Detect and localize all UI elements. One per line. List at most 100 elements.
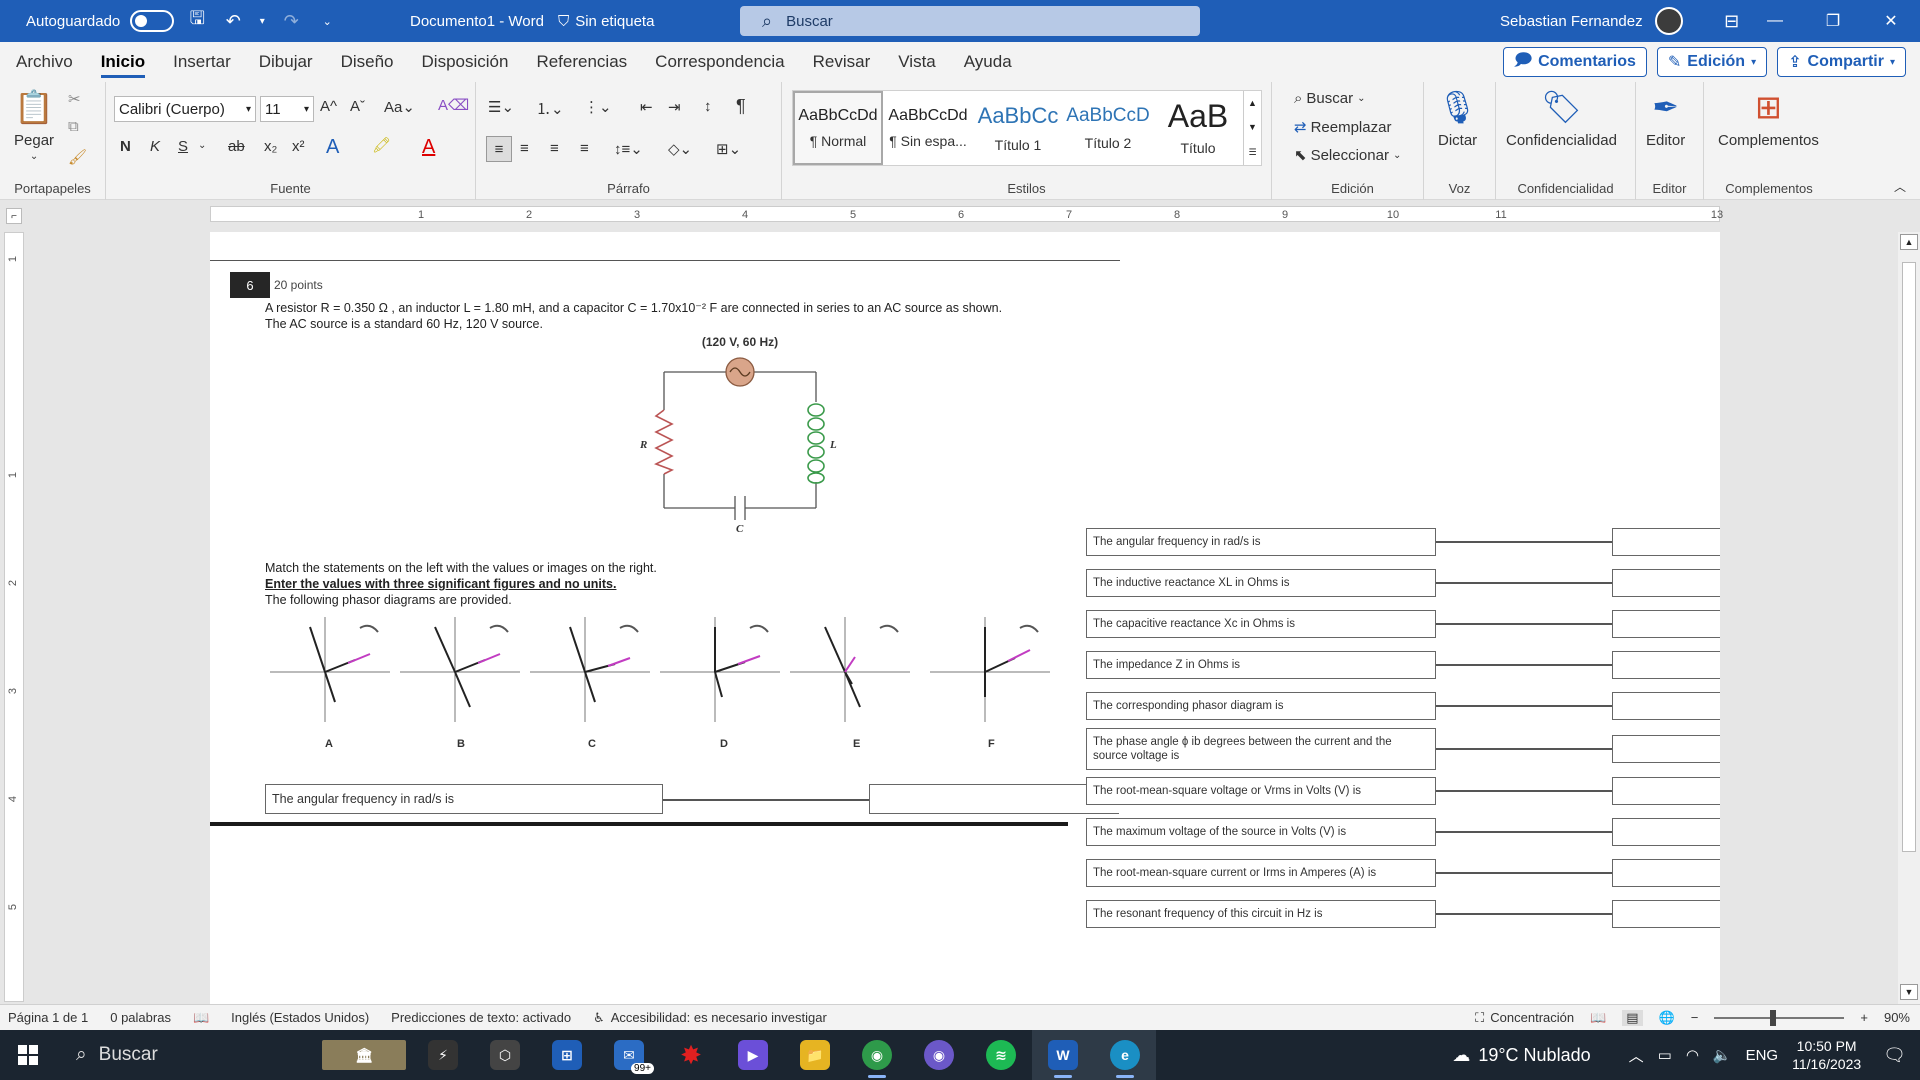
find-button[interactable]: ⌕ Buscar ⌄ bbox=[1294, 90, 1365, 107]
chevron-down-icon[interactable]: ▼ bbox=[1248, 122, 1257, 132]
select-button[interactable]: ⬉ Seleccionar ⌄ bbox=[1294, 146, 1401, 165]
comments-button[interactable]: 🗩 Comentarios bbox=[1503, 47, 1647, 77]
line-spacing-icon[interactable]: ↕≡⌄ bbox=[614, 140, 643, 158]
vertical-scrollbar[interactable]: ▲ ▼ bbox=[1898, 232, 1920, 1004]
font-color-icon[interactable]: A bbox=[422, 136, 435, 159]
taskbar-search-highlight[interactable]: 🏛 bbox=[316, 1030, 412, 1080]
tab-referencias[interactable]: Referencias bbox=[522, 42, 641, 82]
change-case-icon[interactable]: Aa⌄ bbox=[384, 98, 415, 116]
match-answer[interactable] bbox=[1612, 528, 1720, 556]
replace-button[interactable]: ⇄ Reemplazar bbox=[1294, 118, 1391, 137]
start-button[interactable] bbox=[0, 1030, 56, 1080]
style-heading-1[interactable]: AaBbCc Título 1 bbox=[973, 91, 1063, 165]
grow-font-icon[interactable]: A^ bbox=[320, 98, 337, 115]
clock[interactable]: 10:50 PM 11/16/2023 bbox=[1792, 1037, 1861, 1073]
italic-icon[interactable]: K bbox=[150, 138, 160, 155]
read-mode-icon[interactable]: 📖 bbox=[1590, 1010, 1606, 1026]
shrink-font-icon[interactable]: Aˇ bbox=[350, 98, 365, 115]
collapse-ribbon-icon[interactable]: ︿ bbox=[1894, 178, 1906, 195]
tab-disposicion[interactable]: Disposición bbox=[408, 42, 523, 82]
align-center-icon[interactable]: ≡ bbox=[520, 140, 529, 157]
taskbar-app-chrome[interactable]: ◉ bbox=[846, 1030, 908, 1080]
proofing-status[interactable]: 📖 bbox=[193, 1010, 209, 1026]
tab-vista[interactable]: Vista bbox=[884, 42, 950, 82]
text-effects-icon[interactable]: A bbox=[326, 136, 339, 159]
autosave-toggle[interactable] bbox=[130, 10, 175, 32]
multilevel-list-icon[interactable]: ⋮⌄ bbox=[584, 98, 612, 116]
taskbar-app-store[interactable]: ⊞ bbox=[536, 1030, 598, 1080]
zoom-in-icon[interactable]: + bbox=[1860, 1010, 1868, 1025]
sensitivity-tag[interactable]: ⛉ Sin etiqueta bbox=[558, 13, 655, 30]
web-layout-icon[interactable]: 🌐 bbox=[1659, 1010, 1675, 1026]
font-size-combo[interactable]: 11 ▾ bbox=[260, 96, 314, 122]
taskbar-search[interactable]: ⌕ Buscar bbox=[56, 1030, 316, 1080]
align-right-icon[interactable]: ≡ bbox=[550, 140, 559, 157]
match-answer[interactable] bbox=[1612, 859, 1720, 887]
match-answer[interactable] bbox=[1612, 900, 1720, 928]
match-answer[interactable] bbox=[1612, 651, 1720, 679]
word-count[interactable]: 0 palabras bbox=[110, 1010, 171, 1025]
close-icon[interactable]: ✕ bbox=[1862, 0, 1920, 42]
underline-dropdown-icon[interactable]: ⌄ bbox=[198, 140, 206, 151]
strikethrough-icon[interactable]: ab bbox=[228, 138, 245, 155]
zoom-level[interactable]: 90% bbox=[1884, 1010, 1910, 1025]
show-marks-icon[interactable]: ¶ bbox=[736, 96, 746, 117]
shading-icon[interactable]: ◇⌄ bbox=[668, 140, 692, 158]
clear-format-icon[interactable]: A⌫ bbox=[438, 96, 469, 114]
styles-scroll[interactable]: ▲ ▼ ☰ bbox=[1243, 91, 1261, 165]
avatar[interactable] bbox=[1654, 7, 1683, 35]
customize-quick-access-icon[interactable]: ⌄ bbox=[314, 8, 340, 34]
focus-mode[interactable]: ⛶ Concentración bbox=[1475, 1010, 1574, 1026]
tab-diseno[interactable]: Diseño bbox=[327, 42, 408, 82]
page-count[interactable]: Página 1 de 1 bbox=[8, 1010, 88, 1025]
minimize-icon[interactable]: — bbox=[1746, 0, 1804, 42]
doc-title[interactable]: Documento1 - Word bbox=[410, 13, 544, 30]
subscript-icon[interactable]: x₂ bbox=[264, 138, 277, 155]
ribbon-display-icon[interactable]: ⊟ bbox=[1719, 8, 1745, 34]
print-layout-icon[interactable]: ▤ bbox=[1622, 1009, 1643, 1026]
tab-dibujar[interactable]: Dibujar bbox=[245, 42, 327, 82]
align-left-icon[interactable]: ≡ bbox=[486, 136, 512, 162]
taskbar-app-chrome-profile[interactable]: ◉ bbox=[908, 1030, 970, 1080]
style-no-spacing[interactable]: AaBbCcDd ¶ Sin espa... bbox=[883, 91, 973, 165]
taskbar-app-terminal[interactable]: ⚡ bbox=[412, 1030, 474, 1080]
taskbar-app-red[interactable]: ✸ bbox=[660, 1030, 722, 1080]
match-answer[interactable] bbox=[1612, 777, 1720, 805]
tab-archivo[interactable]: Archivo bbox=[2, 42, 87, 82]
match-answer[interactable] bbox=[1612, 818, 1720, 846]
title-search-box[interactable]: ⌕ Buscar bbox=[740, 6, 1200, 36]
increase-indent-icon[interactable]: ⇥ bbox=[668, 98, 681, 116]
addins-button[interactable]: ⊞ Complementos bbox=[1718, 88, 1819, 149]
underline-icon[interactable]: S bbox=[178, 138, 188, 155]
tab-selector-icon[interactable]: ⌐ bbox=[6, 208, 22, 224]
restore-icon[interactable]: ❐ bbox=[1804, 0, 1862, 42]
taskbar-app-word[interactable]: W bbox=[1032, 1030, 1094, 1080]
share-button[interactable]: ⇪ Compartir ▾ bbox=[1777, 47, 1906, 77]
tab-revisar[interactable]: Revisar bbox=[799, 42, 885, 82]
zoom-out-icon[interactable]: − bbox=[1691, 1010, 1699, 1025]
sort-icon[interactable]: ↕ bbox=[704, 98, 712, 115]
match-answer[interactable] bbox=[1612, 569, 1720, 597]
chevron-up-icon[interactable]: ▲ bbox=[1248, 98, 1257, 108]
style-normal[interactable]: AaBbCcDd ¶ Normal bbox=[793, 91, 883, 165]
horizontal-ruler[interactable]: 1 2 3 4 5 6 7 8 9 10 11 13 bbox=[210, 206, 1723, 222]
bullets-icon[interactable]: ☰⌄ bbox=[488, 98, 514, 116]
taskbar-app-edge[interactable]: e bbox=[1094, 1030, 1156, 1080]
match-answer[interactable] bbox=[1612, 735, 1720, 763]
paste-button[interactable]: 📋 Pegar ⌄ bbox=[14, 88, 54, 162]
tab-insertar[interactable]: Insertar bbox=[159, 42, 245, 82]
weather-widget[interactable]: ☁ 19°C Nublado bbox=[1452, 1045, 1590, 1066]
tab-ayuda[interactable]: Ayuda bbox=[950, 42, 1026, 82]
copy-icon[interactable]: ⧉ bbox=[68, 118, 79, 135]
battery-icon[interactable]: ▭ bbox=[1658, 1046, 1672, 1064]
document-page[interactable]: 6 20 points A resistor R = 0.350 Ω , an … bbox=[210, 232, 1720, 1004]
accessibility-status[interactable]: ♿ Accesibilidad: es necesario investigar bbox=[593, 1010, 827, 1026]
chevron-up-icon[interactable]: ︿ bbox=[1629, 1045, 1644, 1066]
undo-dropdown-icon[interactable]: ▾ bbox=[256, 8, 268, 34]
tab-inicio[interactable]: Inicio bbox=[87, 42, 159, 82]
sensitivity-button[interactable]: 🏷 Confidencialidad bbox=[1506, 88, 1617, 149]
wifi-icon[interactable]: ◠ bbox=[1686, 1046, 1699, 1064]
style-heading-2[interactable]: AaBbCcD Título 2 bbox=[1063, 91, 1153, 165]
editor-button[interactable]: ✒ Editor bbox=[1646, 88, 1685, 149]
taskbar-app-copilot[interactable]: ▶ bbox=[722, 1030, 784, 1080]
